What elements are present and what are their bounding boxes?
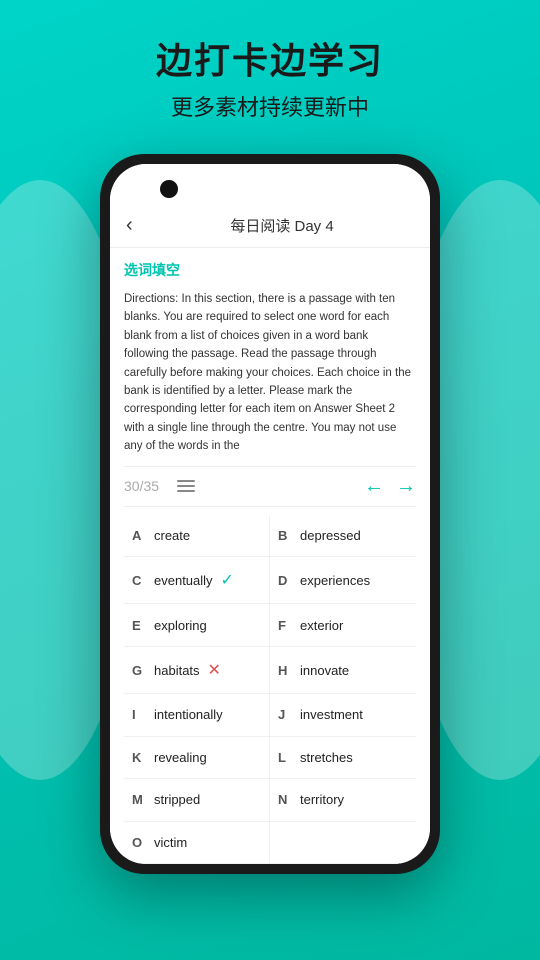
word-text: investment bbox=[300, 707, 363, 722]
word-letter: N bbox=[278, 792, 296, 807]
word-text: victim bbox=[154, 835, 187, 850]
progress-row: 30/35 ← → bbox=[124, 466, 416, 507]
word-item[interactable]: Nterritory bbox=[270, 779, 416, 821]
word-grid: AcreateBdepressedCeventually✓Dexperience… bbox=[124, 515, 416, 864]
phone-camera bbox=[160, 180, 178, 198]
word-item[interactable]: Fexterior bbox=[270, 604, 416, 646]
word-letter: L bbox=[278, 750, 296, 765]
word-text: eventually bbox=[154, 573, 213, 588]
word-letter: O bbox=[132, 835, 150, 850]
word-letter: F bbox=[278, 618, 296, 633]
word-letter: M bbox=[132, 792, 150, 807]
word-item[interactable] bbox=[270, 822, 416, 864]
menu-line-3 bbox=[177, 490, 195, 492]
phone-inner: ‹ 每日阅读 Day 4 选词填空 Directions: In this se… bbox=[110, 164, 430, 864]
word-item[interactable]: Hinnovate bbox=[270, 647, 416, 694]
word-item[interactable]: Bdepressed bbox=[270, 515, 416, 557]
word-item[interactable]: Acreate bbox=[124, 515, 270, 557]
word-text: intentionally bbox=[154, 707, 223, 722]
word-text: stretches bbox=[300, 750, 353, 765]
header-title: 边打卡边学习 bbox=[20, 32, 520, 84]
word-letter: K bbox=[132, 750, 150, 765]
word-item[interactable]: Eexploring bbox=[124, 604, 270, 646]
passage-text: Directions: In this section, there is a … bbox=[124, 290, 416, 456]
menu-line-1 bbox=[177, 480, 195, 482]
phone-wrap: ‹ 每日阅读 Day 4 选词填空 Directions: In this se… bbox=[0, 154, 540, 874]
word-letter: E bbox=[132, 618, 150, 633]
word-text: territory bbox=[300, 792, 344, 807]
word-letter: D bbox=[278, 573, 296, 588]
word-item[interactable]: Krevealing bbox=[124, 737, 270, 779]
word-item[interactable]: Iintentionally bbox=[124, 694, 270, 736]
word-letter: A bbox=[132, 528, 150, 543]
content-area: 选词填空 Directions: In this section, there … bbox=[110, 248, 430, 864]
word-item[interactable]: Jinvestment bbox=[270, 694, 416, 736]
word-text: exploring bbox=[154, 618, 207, 633]
word-letter: C bbox=[132, 573, 150, 588]
header: 边打卡边学习 更多素材持续更新中 bbox=[0, 0, 540, 138]
word-text: stripped bbox=[154, 792, 200, 807]
word-text: habitats bbox=[154, 663, 200, 678]
word-item[interactable]: Ceventually ✓ bbox=[124, 557, 270, 604]
word-letter: H bbox=[278, 663, 296, 678]
header-subtitle: 更多素材持续更新中 bbox=[20, 90, 520, 122]
section-label: 选词填空 bbox=[124, 260, 416, 280]
word-item[interactable]: Ovictim bbox=[124, 822, 270, 864]
word-letter: B bbox=[278, 528, 296, 543]
word-letter: I bbox=[132, 707, 150, 722]
word-item[interactable]: Ghabitats ✕ bbox=[124, 647, 270, 694]
menu-icon[interactable] bbox=[177, 480, 195, 492]
phone-mockup: ‹ 每日阅读 Day 4 选词填空 Directions: In this se… bbox=[100, 154, 440, 874]
word-item[interactable]: Mstripped bbox=[124, 779, 270, 821]
status-bar bbox=[110, 164, 430, 204]
word-text: innovate bbox=[300, 663, 349, 678]
word-text: create bbox=[154, 528, 190, 543]
nav-title: 每日阅读 Day 4 bbox=[150, 215, 414, 236]
check-icon: ✓ bbox=[221, 570, 234, 590]
cross-icon: ✕ bbox=[208, 660, 221, 680]
word-text: revealing bbox=[154, 750, 207, 765]
back-button[interactable]: ‹ bbox=[126, 214, 150, 237]
menu-line-2 bbox=[177, 485, 195, 487]
word-item[interactable]: Lstretches bbox=[270, 737, 416, 779]
word-letter: J bbox=[278, 707, 296, 722]
nav-arrows: ← → bbox=[364, 475, 416, 498]
nav-bar: ‹ 每日阅读 Day 4 bbox=[110, 204, 430, 248]
progress-text: 30/35 bbox=[124, 478, 159, 494]
word-item[interactable]: Dexperiences bbox=[270, 557, 416, 604]
progress-current: 30 bbox=[124, 478, 140, 494]
word-text: depressed bbox=[300, 528, 361, 543]
next-arrow[interactable]: → bbox=[396, 475, 416, 498]
prev-arrow[interactable]: ← bbox=[364, 475, 384, 498]
word-letter: G bbox=[132, 663, 150, 678]
word-text: experiences bbox=[300, 573, 370, 588]
progress-total: /35 bbox=[140, 478, 159, 494]
word-text: exterior bbox=[300, 618, 343, 633]
